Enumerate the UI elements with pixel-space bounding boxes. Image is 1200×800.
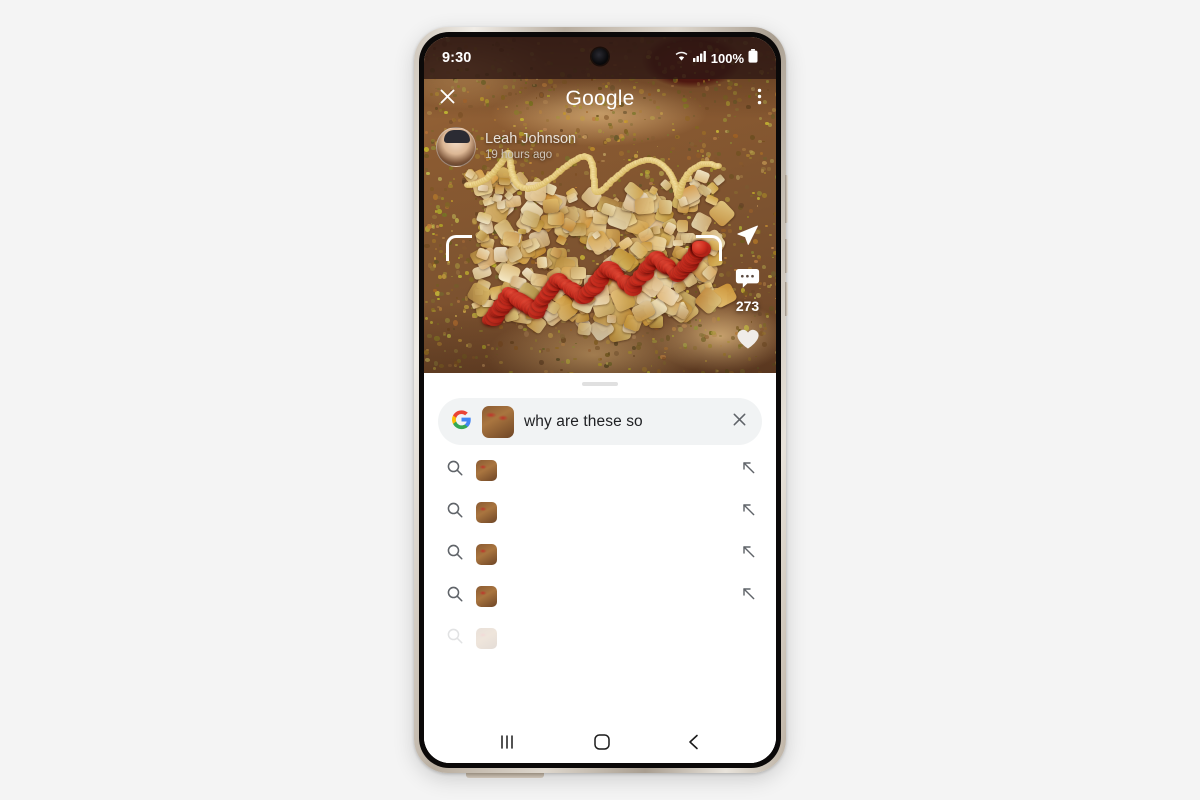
suggestion-row[interactable]: [424, 449, 776, 491]
suggestion-thumbnail: [476, 501, 497, 523]
suggestion-row[interactable]: [424, 533, 776, 575]
suggestion-thumbnail: [476, 543, 497, 565]
search-icon: [446, 627, 464, 650]
app-bar: Google: [424, 79, 776, 119]
search-icon: [446, 543, 464, 566]
battery-full-icon: [748, 48, 758, 68]
speaker-grille: [466, 773, 544, 778]
close-icon[interactable]: [438, 87, 457, 111]
more-vertical-icon[interactable]: [757, 87, 762, 111]
status-time: 9:30: [442, 50, 472, 66]
suggestion-list: [424, 449, 776, 659]
search-bottom-sheet: why are these so: [424, 373, 776, 763]
post-author-meta: Leah Johnson 19 hours ago: [485, 131, 576, 163]
phone-screen: 9:30 100% Google Leah Johnson 19 hours a…: [424, 37, 776, 763]
search-icon: [446, 501, 464, 524]
search-image-thumbnail[interactable]: [482, 405, 514, 438]
author-name: Leah Johnson: [485, 131, 577, 148]
social-action-rail: 273: [735, 223, 760, 355]
sheet-drag-handle[interactable]: [582, 382, 618, 386]
suggestion-row[interactable]: [424, 491, 776, 533]
page-title: Google: [565, 87, 635, 110]
comment-count: 273: [735, 298, 760, 314]
home-icon[interactable]: [593, 733, 611, 756]
suggestion-row[interactable]: [424, 575, 776, 617]
like-button[interactable]: [736, 328, 760, 355]
comment-bubble-icon: [735, 267, 760, 296]
share-button[interactable]: [735, 223, 760, 253]
search-bar[interactable]: why are these so: [438, 398, 762, 445]
heart-icon: [736, 328, 760, 355]
recents-icon[interactable]: [498, 734, 518, 755]
suggestion-thumbnail: [476, 459, 497, 481]
share-send-icon: [735, 223, 760, 253]
suggestion-thumbnail: [476, 585, 497, 607]
android-nav-bar: [424, 725, 776, 763]
avatar[interactable]: [436, 127, 476, 167]
google-g-icon: [451, 409, 472, 435]
suggestion-thumbnail: [476, 627, 497, 649]
battery-percent: 100%: [710, 50, 744, 66]
comment-button[interactable]: 273: [735, 267, 760, 314]
arrow-up-left-icon[interactable]: [741, 460, 756, 480]
lens-bracket-top-right: [696, 235, 722, 261]
volume-up-button[interactable]: [785, 239, 788, 273]
arrow-up-left-icon[interactable]: [741, 544, 756, 564]
front-camera: [591, 48, 609, 65]
volume-down-button[interactable]: [785, 282, 788, 316]
search-icon: [446, 459, 464, 482]
power-button[interactable]: [785, 175, 788, 223]
suggestion-row-partial[interactable]: [424, 617, 776, 659]
arrow-up-left-icon[interactable]: [741, 502, 756, 522]
status-indicators: 100%: [674, 48, 758, 68]
back-icon[interactable]: [686, 733, 702, 756]
lens-bracket-top-left: [446, 235, 472, 261]
clear-search-icon[interactable]: [731, 411, 748, 433]
arrow-up-left-icon[interactable]: [741, 586, 756, 606]
post-timestamp: 19 hours ago: [485, 148, 553, 161]
search-icon: [446, 585, 464, 608]
phone-frame: 9:30 100% Google Leah Johnson 19 hours a…: [414, 27, 788, 778]
post-author[interactable]: Leah Johnson 19 hours ago: [436, 127, 576, 167]
search-input[interactable]: why are these so: [524, 413, 721, 431]
wifi-icon: [674, 49, 689, 67]
phone-bezel: 9:30 100% Google Leah Johnson 19 hours a…: [419, 32, 781, 768]
signal-bars-icon: [692, 49, 707, 67]
